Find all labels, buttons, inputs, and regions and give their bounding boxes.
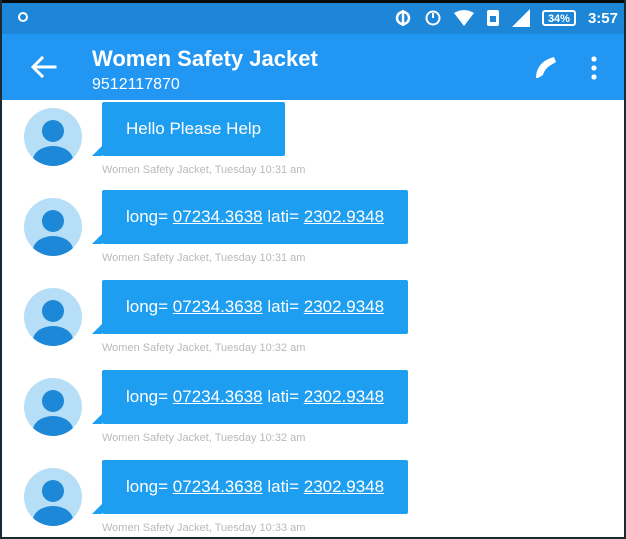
message-meta: Women Safety Jacket, Tuesday 10:31 am bbox=[102, 164, 306, 176]
latitude-link[interactable]: 2302.9348 bbox=[304, 477, 384, 496]
long-label: long= bbox=[126, 297, 173, 316]
conversation-title: Women Safety Jacket bbox=[92, 46, 318, 71]
status-bar: 34% 3:57 bbox=[2, 0, 624, 34]
latitude-link[interactable]: 2302.9348 bbox=[304, 387, 384, 406]
longitude-link[interactable]: 07234.3638 bbox=[173, 297, 263, 316]
battery-indicator: 34% bbox=[541, 10, 576, 26]
person-avatar-icon[interactable] bbox=[24, 108, 82, 166]
lati-label: lati= bbox=[262, 207, 304, 226]
person-avatar-icon[interactable] bbox=[24, 468, 82, 526]
message-bubble[interactable]: long= 07234.3638 lati= 2302.9348 bbox=[91, 370, 409, 424]
message-bubble[interactable]: long= 07234.3638 lati= 2302.9348 bbox=[91, 280, 409, 334]
message-bubble[interactable]: Hello Please Help bbox=[91, 102, 286, 156]
data-saver-icon bbox=[395, 10, 411, 26]
message-meta: Women Safety Jacket, Tuesday 10:31 am bbox=[102, 252, 306, 264]
wifi-icon bbox=[453, 10, 474, 26]
longitude-link[interactable]: 07234.3638 bbox=[173, 207, 263, 226]
lati-label: lati= bbox=[262, 477, 304, 496]
do-not-disturb-icon bbox=[425, 10, 441, 26]
signal-icon bbox=[511, 9, 530, 27]
long-label: long= bbox=[126, 387, 173, 406]
person-avatar-icon[interactable] bbox=[24, 378, 82, 436]
message-meta: Women Safety Jacket, Tuesday 10:32 am bbox=[102, 342, 306, 354]
person-avatar-icon[interactable] bbox=[24, 198, 82, 256]
app-bar: Women Safety Jacket 9512117870 bbox=[2, 34, 624, 100]
conversation-phone-number: 9512117870 bbox=[92, 76, 180, 93]
sim-icon bbox=[486, 10, 499, 26]
phone-icon[interactable] bbox=[532, 54, 558, 80]
status-time: 3:57 bbox=[587, 9, 618, 27]
notification-dot-icon bbox=[18, 12, 28, 22]
message-bubble[interactable]: long= 07234.3638 lati= 2302.9348 bbox=[91, 460, 409, 514]
message-bubble[interactable]: long= 07234.3638 lati= 2302.9348 bbox=[91, 190, 409, 244]
latitude-link[interactable]: 2302.9348 bbox=[304, 297, 384, 316]
message-meta: Women Safety Jacket, Tuesday 10:33 am bbox=[102, 522, 306, 534]
more-vert-icon[interactable] bbox=[590, 56, 598, 80]
long-label: long= bbox=[126, 207, 173, 226]
status-icons: 34% 3:57 bbox=[394, 9, 618, 27]
message-text: Hello Please Help bbox=[126, 119, 262, 138]
phone-screen: 34% 3:57 Women Safety Jacket 9512117870 … bbox=[0, 0, 626, 539]
lati-label: lati= bbox=[262, 297, 304, 316]
lati-label: lati= bbox=[262, 387, 304, 406]
longitude-link[interactable]: 07234.3638 bbox=[173, 477, 263, 496]
arrow-back-icon[interactable] bbox=[28, 54, 58, 80]
person-avatar-icon[interactable] bbox=[24, 288, 82, 346]
message-meta: Women Safety Jacket, Tuesday 10:32 am bbox=[102, 432, 306, 444]
longitude-link[interactable]: 07234.3638 bbox=[173, 387, 263, 406]
latitude-link[interactable]: 2302.9348 bbox=[304, 207, 384, 226]
long-label: long= bbox=[126, 477, 173, 496]
